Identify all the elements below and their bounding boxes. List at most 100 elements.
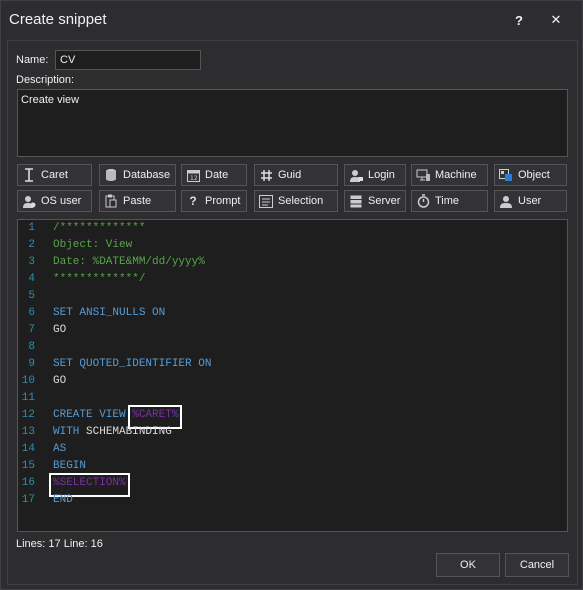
paste-icon — [104, 194, 118, 208]
code-token: AS — [53, 443, 67, 455]
code-text: /************* — [53, 222, 145, 234]
line-number: 6 — [28, 307, 35, 319]
code-text: WITH SCHEMABINDING — [53, 426, 172, 438]
code-token: END — [53, 494, 73, 506]
code-text: %SELECTION% — [53, 477, 126, 489]
cancel-button[interactable]: Cancel — [505, 553, 569, 577]
line-number: 1 — [28, 222, 35, 234]
code-text: *************/ — [53, 273, 145, 285]
code-line: 14 AS — [18, 443, 567, 460]
name-label: Name: — [16, 54, 49, 66]
code-token: Date: %DATE&MM/dd/yyyy% — [53, 256, 205, 268]
code-line: 17 END — [18, 494, 567, 511]
code-line: 12 CREATE VIEW %CARET% — [18, 405, 567, 429]
macro-button-label: Date — [205, 169, 229, 181]
macro-button-object[interactable]: Object — [494, 164, 567, 186]
svg-text:12: 12 — [190, 175, 198, 182]
ok-button[interactable]: OK — [436, 553, 500, 577]
selection-icon — [259, 194, 273, 208]
macro-button-date[interactable]: 12 Date — [181, 164, 247, 186]
close-button[interactable]: ✕ — [541, 8, 571, 32]
name-input[interactable] — [55, 50, 201, 70]
dialog-content: Name: Description: Create view Caret Data… — [7, 40, 578, 585]
calendar-icon: 12 — [186, 168, 200, 182]
caret-icon — [22, 168, 36, 182]
macro-button-label: Paste — [123, 195, 152, 207]
code-line: 10 GO — [18, 375, 567, 392]
code-token: Object: View — [53, 239, 133, 251]
macro-button-label: Time — [435, 195, 460, 207]
macro-button-label: Machine — [435, 169, 477, 181]
code-text: Object: View — [53, 239, 132, 251]
stopwatch-icon — [416, 194, 430, 208]
line-number: 14 — [21, 443, 35, 455]
create-snippet-dialog: Create snippet ? ✕ Name: Description: Cr… — [0, 0, 583, 590]
object-icon — [499, 168, 513, 182]
line-number: 11 — [21, 392, 35, 404]
code-text: Date: %DATE&MM/dd/yyyy% — [53, 256, 205, 268]
server-icon — [349, 194, 363, 208]
macro-button-label: Object — [518, 169, 550, 181]
code-text: SET ANSI_NULLS ON — [53, 307, 165, 319]
line-number: 13 — [21, 426, 35, 438]
line-number: 10 — [21, 375, 35, 387]
description-textarea[interactable]: Create view — [17, 89, 568, 157]
line-number: 8 — [28, 341, 35, 353]
code-text: BEGIN — [53, 460, 86, 472]
line-number: 17 — [21, 494, 35, 506]
code-line: 13 WITH SCHEMABINDING — [18, 426, 567, 443]
code-editor[interactable]: 1 /************* 2 Object: View 3 Date: %DATE… — [17, 219, 568, 532]
code-line: 16 %SELECTION% — [18, 473, 567, 497]
user-icon — [499, 194, 513, 208]
macro-button-os-user[interactable]: OS user — [17, 190, 92, 212]
code-line: 1 /************* — [18, 222, 567, 239]
line-number: 4 — [28, 273, 35, 285]
title-bar: Create snippet ? ✕ — [1, 1, 582, 39]
macro-button-label: Database — [123, 169, 171, 181]
code-token: /************* — [53, 222, 146, 234]
macro-button-label: Server — [368, 195, 401, 207]
macro-button-database[interactable]: Database — [99, 164, 176, 186]
code-token: GO — [53, 375, 67, 387]
line-number: 2 — [28, 239, 35, 251]
macro-button-user[interactable]: User — [494, 190, 567, 212]
macro-button-label: Login — [368, 169, 395, 181]
code-token: WITH — [53, 426, 87, 438]
code-text: GO — [53, 375, 66, 387]
code-text: AS — [53, 443, 66, 455]
macro-button-login[interactable]: Login — [344, 164, 406, 186]
code-line: 8 — [18, 341, 567, 358]
question-icon: ? — [189, 194, 197, 208]
code-token: GO — [53, 324, 67, 336]
code-line: 3 Date: %DATE&MM/dd/yyyy% — [18, 256, 567, 273]
macro-button-label: Prompt — [205, 195, 241, 207]
dialog-title: Create snippet — [9, 11, 107, 28]
code-token: SET QUOTED_IDENTIFIER ON — [53, 358, 212, 370]
code-text: SET QUOTED_IDENTIFIER ON — [53, 358, 211, 370]
line-number: 15 — [21, 460, 35, 472]
macro-button-label: Guid — [278, 169, 302, 181]
code-line: 7 GO — [18, 324, 567, 341]
login-icon — [349, 168, 363, 182]
line-number: 7 — [28, 324, 35, 336]
macro-button-caret[interactable]: Caret — [17, 164, 92, 186]
macro-button-paste[interactable]: Paste — [99, 190, 176, 212]
macro-button-machine[interactable]: Machine — [411, 164, 488, 186]
code-token: SET ANSI_NULLS ON — [53, 307, 166, 319]
macro-button-prompt[interactable]: ? Prompt — [181, 190, 247, 212]
macro-button-server[interactable]: Server — [344, 190, 406, 212]
code-text: END — [53, 494, 73, 506]
macro-button-label: Caret — [41, 169, 68, 181]
machine-icon — [416, 168, 430, 182]
code-text: GO — [53, 324, 66, 336]
macro-button-guid[interactable]: Guid — [254, 164, 338, 186]
line-number: 3 — [28, 256, 35, 268]
macro-token: %CARET% — [132, 409, 179, 421]
macro-button-label: User — [518, 195, 542, 207]
macro-button-time[interactable]: Time — [411, 190, 488, 212]
help-button[interactable]: ? — [504, 8, 534, 32]
macro-button-label: OS user — [41, 195, 82, 207]
line-number: 16 — [21, 477, 35, 489]
macro-button-selection[interactable]: Selection — [254, 190, 338, 212]
code-text: CREATE VIEW %CARET% — [53, 409, 178, 421]
